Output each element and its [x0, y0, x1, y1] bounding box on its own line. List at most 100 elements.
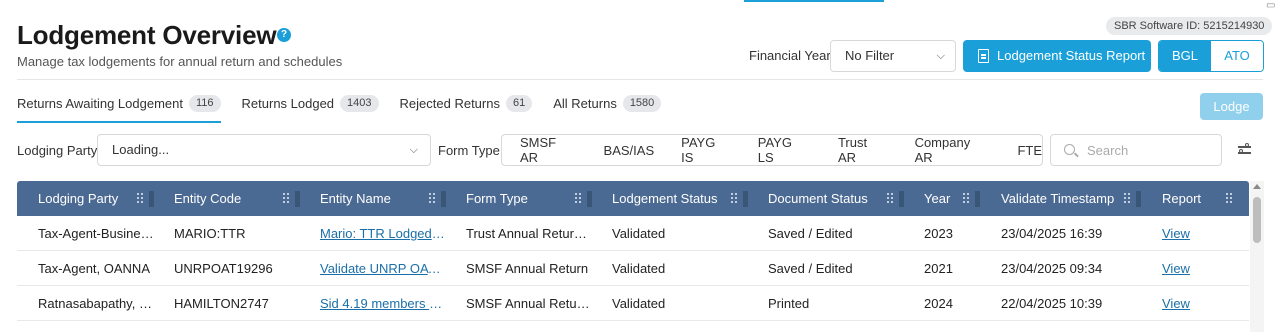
column-drag-handle-icon[interactable]	[887, 193, 895, 205]
search-icon	[1064, 144, 1075, 155]
cell-form-type: Trust Annual Return 2023	[466, 226, 592, 241]
cell-validate-timestamp: 23/04/2025 16:39	[1001, 226, 1103, 241]
column-resizer[interactable]	[899, 191, 904, 207]
column-header-lodging-party[interactable]: Lodging Party	[38, 181, 118, 216]
cell-validate-timestamp: 22/04/2025 10:39	[1001, 296, 1103, 311]
column-header-entity-code[interactable]: Entity Code	[174, 181, 241, 216]
tab-label: Rejected Returns	[399, 96, 500, 111]
cell-document-status: Printed	[768, 296, 810, 311]
cell-entity-code: UNRPOAT19296	[174, 261, 273, 276]
column-header-form-type[interactable]: Form Type	[466, 181, 528, 216]
cell-document-status: Saved / Edited	[768, 226, 853, 241]
cell-entity-name-link[interactable]: Sid 4.19 members Of Fund	[320, 286, 445, 321]
column-header-entity-name[interactable]: Entity Name	[320, 181, 391, 216]
toggle-bgl[interactable]: BGL	[1159, 41, 1211, 71]
chevron-down-icon: ⌵	[936, 50, 945, 62]
cell-lodging-party: Tax-Agent, OANNA	[38, 261, 150, 276]
table-scrollbar[interactable]	[1250, 181, 1264, 332]
cell-entity-code: MARIO:TTR	[174, 226, 246, 241]
column-resizer[interactable]	[1136, 191, 1141, 207]
table-row[interactable]: Tax-Agent, OANNA UNRPOAT19296 Validate U…	[17, 251, 1249, 286]
chat-icon[interactable]: ▭	[1266, 0, 1280, 12]
cell-lodging-party: Ratnasabapathy, Sid	[38, 296, 156, 311]
lodgement-table: Lodging Party Entity Code Entity Name Fo…	[17, 181, 1249, 332]
cell-lodgement-status: Validated	[612, 261, 666, 276]
column-resizer[interactable]	[295, 191, 300, 207]
cell-form-type: SMSF Annual Return	[466, 261, 589, 276]
table-row[interactable]: Tax-Agent-Business Name MARIO:TTR Mario:…	[17, 216, 1249, 251]
form-type-trust-ar[interactable]: Trust AR	[838, 135, 888, 165]
form-type-company-ar[interactable]: Company AR	[915, 135, 991, 165]
tab-bar: Returns Awaiting Lodgement 116 Returns L…	[17, 95, 682, 123]
column-resizer[interactable]	[975, 191, 980, 207]
cell-document-status: Saved / Edited	[768, 261, 853, 276]
top-accent-bar	[744, 0, 884, 2]
search-input[interactable]	[1087, 141, 1215, 159]
financial-year-label: Financial Year	[749, 48, 831, 63]
financial-year-select[interactable]: No Filter ⌵	[830, 40, 956, 72]
form-type-fte[interactable]: FTE	[1017, 143, 1042, 158]
source-toggle: BGL ATO	[1158, 40, 1264, 72]
cell-year: 2024	[924, 296, 953, 311]
tab-label: Returns Lodged	[241, 96, 335, 111]
column-drag-handle-icon[interactable]	[137, 193, 145, 205]
table-header: Lodging Party Entity Code Entity Name Fo…	[17, 181, 1249, 216]
sbr-software-id-badge: SBR Software ID: 5215214930	[1106, 17, 1273, 35]
view-report-link[interactable]: View	[1162, 251, 1222, 286]
help-icon[interactable]: ?	[277, 28, 291, 42]
cell-year: 2021	[924, 261, 953, 276]
lodging-party-label: Lodging Party	[17, 143, 98, 158]
toggle-ato[interactable]: ATO	[1211, 41, 1263, 71]
report-button-label: Lodgement Status Report	[997, 48, 1146, 63]
cell-lodging-party: Tax-Agent-Business Name	[38, 226, 156, 241]
view-report-link[interactable]: View	[1162, 216, 1222, 251]
form-type-smsf-ar[interactable]: SMSF AR	[520, 135, 577, 165]
column-resizer[interactable]	[149, 191, 154, 207]
header-divider	[17, 79, 1263, 80]
table-row[interactable]: Ratnasabapathy, Sid HAMILTON2747 Sid 4.1…	[17, 286, 1249, 321]
column-header-validate-timestamp[interactable]: Validate Timestamp	[1001, 181, 1114, 216]
column-drag-handle-icon[interactable]	[575, 193, 583, 205]
lodgement-status-report-button[interactable]: Lodgement Status Report	[963, 40, 1151, 72]
column-drag-handle-icon[interactable]	[1226, 193, 1234, 205]
cell-lodgement-status: Validated	[612, 296, 666, 311]
column-drag-handle-icon[interactable]	[283, 193, 291, 205]
cell-year: 2023	[924, 226, 953, 241]
column-header-report[interactable]: Report	[1162, 181, 1201, 216]
tab-count-badge: 116	[188, 95, 221, 112]
lodging-party-value: Loading...	[112, 142, 170, 157]
tab-all-returns[interactable]: All Returns 1580	[553, 95, 662, 122]
form-type-bas-ias[interactable]: BAS/IAS	[604, 143, 655, 158]
search-box	[1050, 134, 1222, 166]
form-type-payg-is[interactable]: PAYG IS	[681, 135, 731, 165]
tab-label: All Returns	[553, 96, 617, 111]
tab-count-badge: 61	[505, 95, 533, 112]
column-resizer[interactable]	[587, 191, 592, 207]
form-type-payg-ls[interactable]: PAYG LS	[758, 135, 811, 165]
column-resizer[interactable]	[441, 191, 446, 207]
tab-returns-lodged[interactable]: Returns Lodged 1403	[241, 95, 379, 122]
column-header-lodgement-status[interactable]: Lodgement Status	[612, 181, 718, 216]
scrollbar-thumb[interactable]	[1253, 197, 1261, 243]
cell-entity-name-link[interactable]: Mario: TTR Lodged Trust	[320, 216, 445, 251]
column-header-document-status[interactable]: Document Status	[768, 181, 868, 216]
cell-validate-timestamp: 23/04/2025 09:34	[1001, 261, 1103, 276]
tab-rejected-returns[interactable]: Rejected Returns 61	[399, 95, 533, 122]
column-drag-handle-icon[interactable]	[963, 193, 971, 205]
lodging-party-select[interactable]: Loading... ⌵	[97, 134, 431, 166]
tab-returns-awaiting-lodgement[interactable]: Returns Awaiting Lodgement 116	[17, 95, 221, 123]
page-subtitle: Manage tax lodgements for annual return …	[17, 54, 343, 69]
column-drag-handle-icon[interactable]	[731, 193, 739, 205]
chevron-down-icon: ⌵	[409, 144, 418, 156]
column-resizer[interactable]	[743, 191, 748, 207]
column-drag-handle-icon[interactable]	[1124, 193, 1132, 205]
view-report-link[interactable]: View	[1162, 286, 1222, 321]
column-header-year[interactable]: Year	[924, 181, 950, 216]
filter-settings-icon[interactable]	[1238, 143, 1252, 156]
scroll-up-arrow-icon[interactable]	[1253, 184, 1261, 189]
form-type-filter-group: SMSF AR BAS/IAS PAYG IS PAYG LS Trust AR…	[501, 134, 1043, 166]
cell-entity-name-link[interactable]: Validate UNRP OAT Fund	[320, 251, 445, 286]
column-drag-handle-icon[interactable]	[429, 193, 437, 205]
page-title: Lodgement Overview	[17, 20, 277, 50]
lodge-button[interactable]: Lodge	[1200, 93, 1263, 120]
